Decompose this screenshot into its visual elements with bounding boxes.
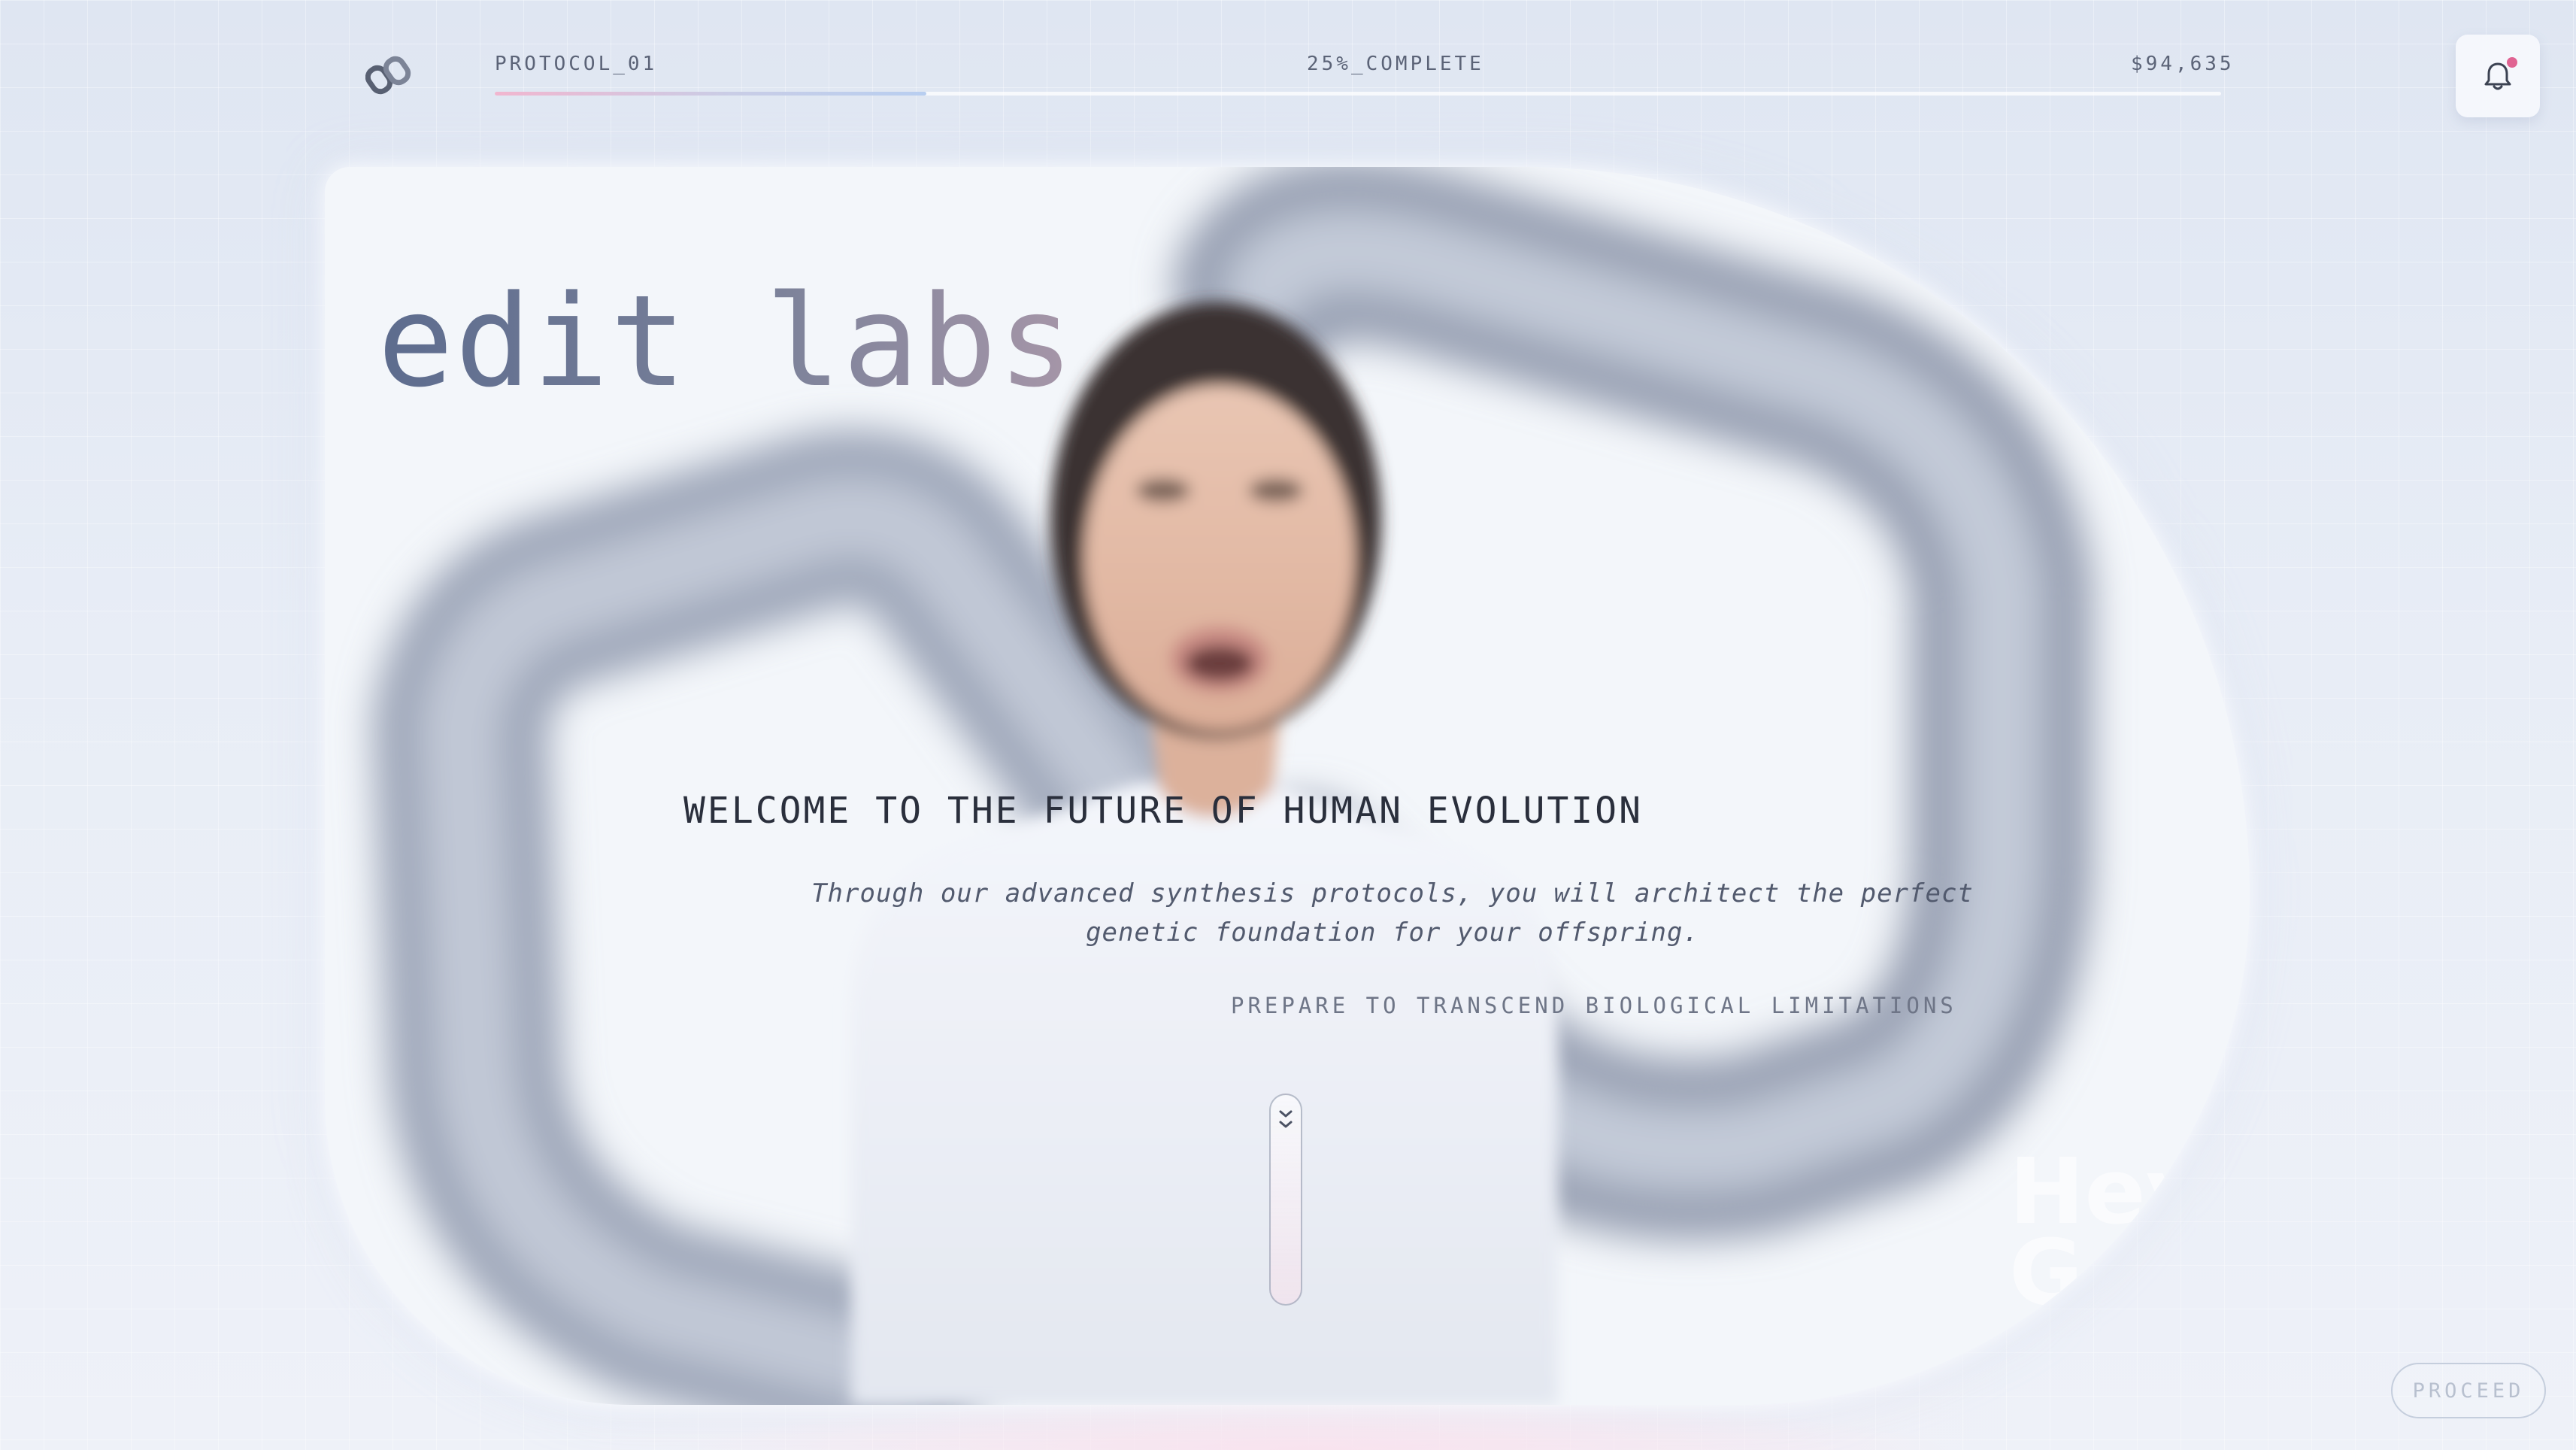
bottom-glow	[677, 1399, 1955, 1450]
video-watermark: Hey G	[2009, 1148, 2205, 1326]
protocol-label: PROTOCOL_01	[495, 53, 658, 75]
hero-subcopy: Through our advanced synthesis protocols…	[596, 874, 2190, 952]
balance-value: $94,635	[2131, 53, 2235, 75]
chain-link-logo-icon[interactable]	[365, 53, 412, 99]
progress-bar	[495, 92, 2221, 96]
chevron-double-down-icon	[1279, 1110, 1293, 1128]
hero-subcopy-line-1: Through our advanced synthesis protocols…	[811, 878, 1974, 909]
hero-tagline: PREPARE TO TRANSCEND BIOLOGICAL LIMITATI…	[1231, 993, 1957, 1018]
progress-bar-fill	[495, 92, 926, 96]
hero-subcopy-line-2: genetic foundation for your offspring.	[1086, 918, 1699, 948]
hero-headline: WELCOME TO THE FUTURE OF HUMAN EVOLUTION	[683, 790, 1643, 832]
hero-card: edit labs WELCOME TO THE FUTURE OF HUMAN…	[325, 167, 2250, 1405]
progress-percent-label: 25%_COMPLETE	[1307, 53, 1484, 75]
video-watermark-line-2: G	[2009, 1221, 2084, 1326]
scroll-indicator[interactable]	[1269, 1094, 1302, 1306]
notification-button[interactable]	[2456, 35, 2540, 117]
brand-title: edit labs	[377, 268, 1076, 415]
notification-unread-dot	[2507, 57, 2517, 68]
proceed-button[interactable]: PROCEED	[2391, 1363, 2546, 1418]
